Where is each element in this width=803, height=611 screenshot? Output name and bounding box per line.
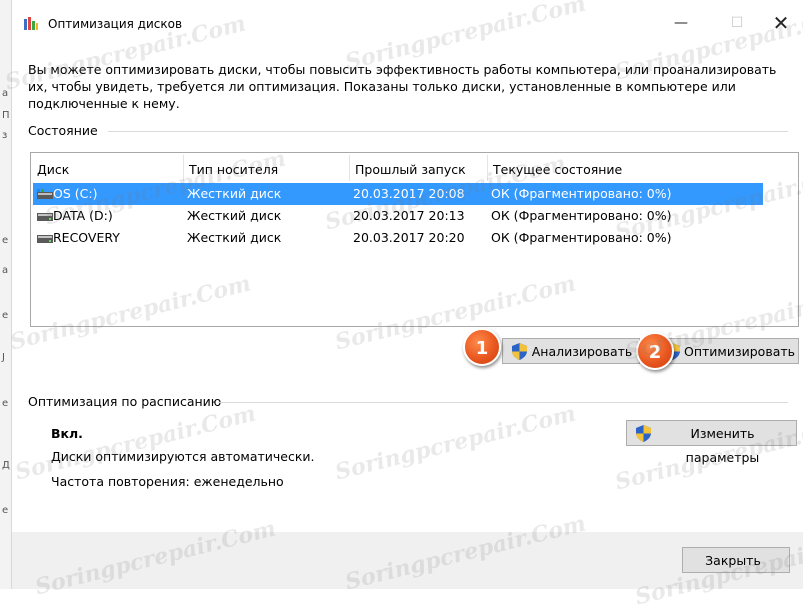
background-char: е: [2, 310, 9, 321]
disk-media-type: Жесткий диск: [187, 230, 282, 245]
optimize-button-label: Оптимизировать: [684, 344, 795, 359]
disk-name: RECOVERY: [53, 230, 120, 245]
close-window-button[interactable]: ✕: [758, 8, 803, 38]
column-separator[interactable]: [349, 155, 350, 181]
disk-name: DATA (D:): [53, 208, 113, 223]
dialog-footer: Закрыть: [12, 532, 803, 589]
change-settings-button[interactable]: Изменить параметры: [626, 420, 797, 465]
disk-name: OS (C:): [53, 186, 98, 201]
list-header: Диск Тип носителя Прошлый запуск Текущее…: [31, 153, 798, 183]
watermark-text: Soringpcrepair.Com: [332, 400, 579, 486]
background-char: Ј: [2, 352, 5, 363]
column-header-last-run[interactable]: Прошлый запуск: [355, 162, 466, 178]
status-group-divider: [108, 131, 788, 132]
column-header-current-status[interactable]: Текущее состояние: [493, 162, 622, 178]
background-window-strip: а П з е а е Ј е Д е: [0, 0, 12, 589]
column-header-media-type[interactable]: Тип носителя: [189, 162, 278, 178]
uac-shield-icon: [636, 425, 651, 442]
optimize-drives-window: Оптимизация дисков — ☐ ✕ Вы можете оптим…: [3, 0, 803, 610]
watermark-text: Soringpcrepair.Com: [12, 400, 259, 486]
change-settings-button-label: Изменить параметры: [685, 426, 760, 465]
disk-last-run: 20.03.2017 20:13: [353, 208, 465, 223]
disk-status: ОК (Фрагментировано: 0%): [491, 186, 672, 201]
background-char: е: [2, 505, 9, 516]
schedule-group-label: Оптимизация по расписанию: [28, 394, 222, 409]
disk-media-type: Жесткий диск: [187, 208, 282, 223]
disk-row-os-c[interactable]: OS (C:) Жесткий диск 20.03.2017 20:08 ОК…: [33, 183, 763, 205]
description-text: Вы можете оптимизировать диски, чтобы по…: [28, 62, 777, 111]
background-char: Д: [2, 460, 10, 471]
schedule-auto-text: Диски оптимизируются автоматически.: [51, 449, 315, 464]
background-char: е: [2, 398, 9, 409]
disk-list[interactable]: Диск Тип носителя Прошлый запуск Текущее…: [30, 152, 799, 327]
background-char: а: [2, 88, 9, 99]
hard-drive-icon: [37, 235, 53, 243]
uac-shield-icon: [512, 343, 527, 360]
step-badge-1: 1: [463, 328, 501, 366]
window-title: Оптимизация дисков: [48, 17, 183, 31]
schedule-state: Вкл.: [51, 426, 83, 441]
disk-last-run: 20.03.2017 20:08: [353, 186, 465, 201]
background-char: е: [2, 235, 9, 246]
background-char: П: [2, 110, 10, 121]
analyze-button[interactable]: Анализировать: [502, 338, 640, 364]
disk-status: ОК (Фрагментировано: 0%): [491, 230, 672, 245]
minimize-button[interactable]: —: [658, 8, 704, 38]
close-button[interactable]: Закрыть: [682, 547, 790, 573]
disk-media-type: Жесткий диск: [187, 186, 282, 201]
optimize-button[interactable]: Оптимизировать: [655, 338, 799, 364]
step-badge-2: 2: [636, 332, 674, 370]
background-char: а: [2, 265, 9, 276]
disk-last-run: 20.03.2017 20:20: [353, 230, 465, 245]
background-char: з: [2, 130, 8, 141]
disk-status: ОК (Фрагментировано: 0%): [491, 208, 672, 223]
maximize-button[interactable]: ☐: [714, 8, 760, 38]
column-separator[interactable]: [183, 155, 184, 181]
column-header-disk[interactable]: Диск: [37, 162, 69, 178]
hard-drive-icon: [37, 213, 53, 221]
disk-row-recovery[interactable]: RECOVERY Жесткий диск 20.03.2017 20:20 О…: [33, 227, 763, 249]
column-separator[interactable]: [487, 155, 488, 181]
schedule-frequency-text: Частота повторения: еженедельно: [51, 474, 284, 489]
defrag-app-icon: [24, 17, 38, 30]
analyze-button-label: Анализировать: [531, 344, 633, 359]
title-bar[interactable]: Оптимизация дисков — ☐ ✕: [12, 0, 803, 35]
status-group-label: Состояние: [28, 123, 98, 138]
system-drive-icon: [37, 189, 53, 199]
schedule-group-divider: [218, 402, 788, 403]
disk-row-data-d[interactable]: DATA (D:) Жесткий диск 20.03.2017 20:13 …: [33, 205, 763, 227]
